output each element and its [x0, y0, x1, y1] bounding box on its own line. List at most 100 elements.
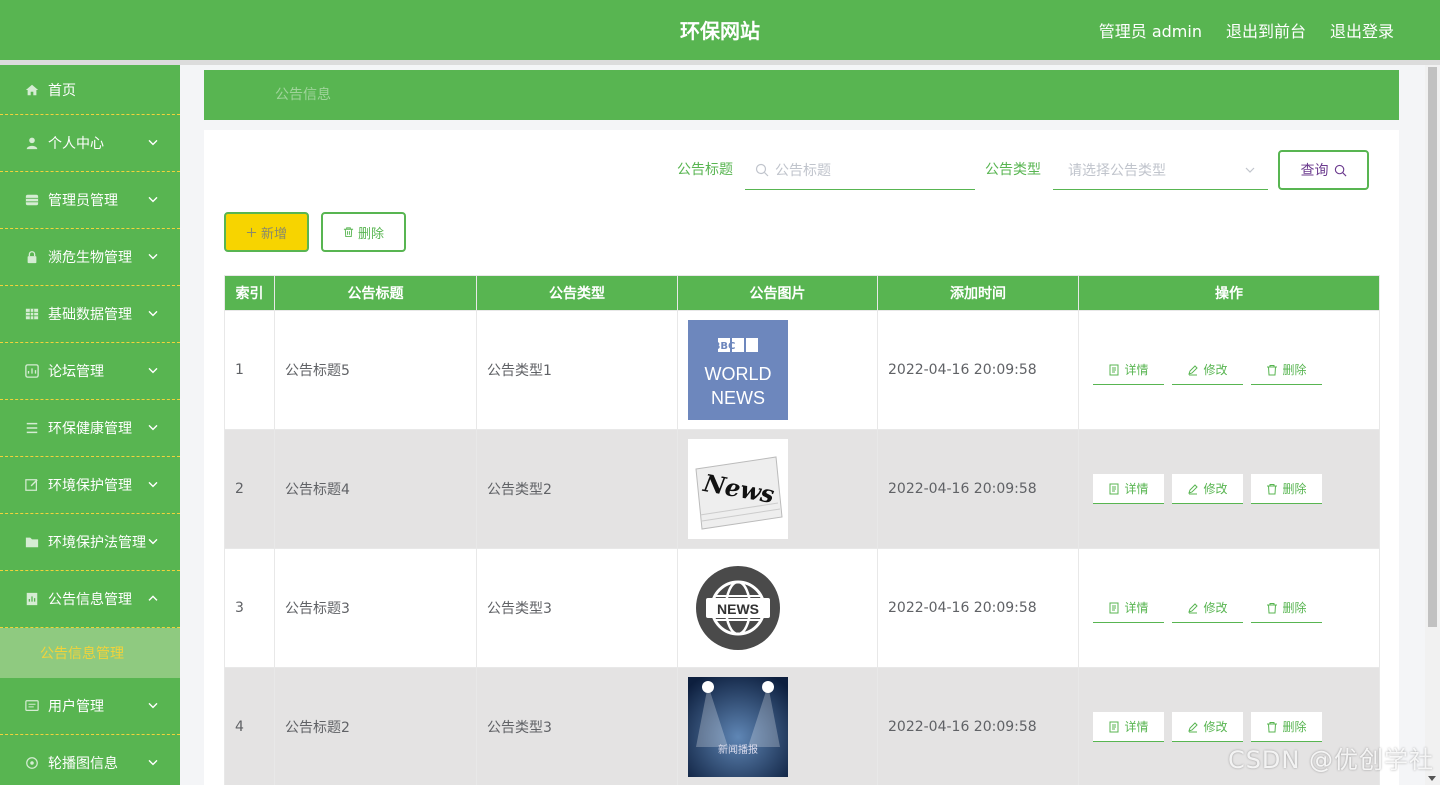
scrollbar-thumb[interactable] [1428, 67, 1437, 627]
sidebar-item-eco-health[interactable]: 环保健康管理 [0, 400, 180, 457]
detail-button[interactable]: 详情 [1093, 474, 1164, 504]
document-icon [1109, 602, 1119, 613]
image-text-news: NEWS [711, 388, 765, 408]
cell-actions: 详情 修改 删除 [1078, 310, 1380, 430]
sidebar-item-admin-manage[interactable]: 管理员管理 [0, 172, 180, 229]
report-icon [24, 591, 40, 607]
detail-label: 详情 [1124, 601, 1149, 615]
cell-title: 公告标题2 [274, 667, 477, 785]
chart-icon [24, 363, 40, 379]
sidebar-item-user-manage[interactable]: 用户管理 [0, 678, 180, 735]
cell-title: 公告标题5 [274, 310, 477, 430]
sidebar-item-carousel[interactable]: 轮播图信息 [0, 735, 180, 785]
sidebar-item-label: 用户管理 [48, 699, 104, 715]
document-icon [1109, 364, 1119, 375]
title-search-input[interactable]: 公告标题 [745, 150, 975, 190]
query-button[interactable]: 查询 [1278, 150, 1369, 190]
main-content: 公告信息 公告标题 公告标题 公告类型 请选择公告类型 查询 新增 删除 索引 … [180, 65, 1425, 785]
chevron-down-icon [148, 367, 158, 374]
cell-actions: 详情 修改 删除 [1078, 548, 1380, 668]
edit-icon [24, 477, 40, 493]
table-row: 1 公告标题5 公告类型1 BBC WORLD NEWS 2022-04-16 … [224, 310, 1380, 430]
sidebar-item-label: 论坛管理 [48, 364, 104, 380]
detail-label: 详情 [1124, 720, 1149, 734]
cell-actions: 详情 修改 删除 [1078, 429, 1380, 549]
edit-button[interactable]: 修改 [1172, 712, 1243, 742]
logout-link[interactable]: 退出登录 [1330, 18, 1394, 42]
column-header-title: 公告标题 [274, 275, 477, 311]
cell-time: 2022-04-16 20:09:58 [877, 548, 1079, 668]
cell-title: 公告标题3 [274, 548, 477, 668]
sidebar-item-endangered-species[interactable]: 濒危生物管理 [0, 229, 180, 286]
cell-index: 2 [224, 429, 275, 549]
query-button-label: 查询 [1300, 163, 1329, 179]
edit-button[interactable]: 修改 [1172, 355, 1243, 385]
add-button[interactable]: 新增 [224, 212, 309, 252]
scroll-down-arrow-icon[interactable] [1428, 776, 1436, 781]
sidebar-item-env-law[interactable]: 环境保护法管理 [0, 514, 180, 571]
add-button-label: 新增 [260, 226, 287, 242]
detail-button[interactable]: 详情 [1093, 593, 1164, 623]
sidebar-item-label: 环保健康管理 [48, 421, 132, 437]
notice-image-globe: NEWS [688, 558, 788, 658]
chevron-down-icon [148, 538, 158, 545]
detail-button[interactable]: 详情 [1093, 712, 1164, 742]
type-select[interactable]: 请选择公告类型 [1053, 150, 1268, 190]
sidebar-item-label: 濒危生物管理 [48, 250, 132, 266]
edit-label: 修改 [1203, 363, 1228, 377]
watermark: CSDN @优创学社 [1227, 746, 1434, 774]
content-panel: 公告标题 公告标题 公告类型 请选择公告类型 查询 新增 删除 索引 公告标题 … [204, 130, 1399, 785]
document-icon [1109, 721, 1119, 732]
sidebar-item-basic-data[interactable]: 基础数据管理 [0, 286, 180, 343]
detail-button[interactable]: 详情 [1093, 355, 1164, 385]
delete-button[interactable]: 删除 [1251, 355, 1322, 385]
sidebar-item-home[interactable]: 首页 [0, 65, 180, 115]
notice-image-newspaper: News [688, 439, 788, 539]
delete-button[interactable]: 删除 [1251, 712, 1322, 742]
image-text-news-badge: NEWS [717, 601, 759, 617]
notice-table: 索引 公告标题 公告类型 公告图片 添加时间 操作 1 公告标题5 公告类型1 [224, 275, 1380, 785]
edit-button[interactable]: 修改 [1172, 593, 1243, 623]
sidebar-item-forum[interactable]: 论坛管理 [0, 343, 180, 400]
page-scrollbar[interactable] [1425, 65, 1440, 785]
column-header-image: 公告图片 [677, 275, 878, 311]
edit-button[interactable]: 修改 [1172, 474, 1243, 504]
sidebar-subitem-notice-manage[interactable]: 公告信息管理 [0, 628, 180, 678]
type-select-placeholder: 请选择公告类型 [1068, 162, 1166, 179]
breadcrumb-bar: 公告信息 [204, 70, 1399, 120]
delete-label: 删除 [1282, 720, 1307, 734]
edit-icon [1188, 721, 1199, 732]
sidebar-item-env-protection[interactable]: 环境保护管理 [0, 457, 180, 514]
trash-icon [1267, 364, 1278, 375]
sidebar-item-label: 管理员管理 [48, 193, 118, 209]
message-icon [24, 698, 40, 714]
table-icon [24, 306, 40, 322]
chevron-up-icon [148, 595, 158, 601]
batch-delete-button[interactable]: 删除 [321, 212, 406, 252]
cell-index: 4 [224, 667, 275, 785]
exit-to-frontend-link[interactable]: 退出到前台 [1226, 18, 1306, 42]
notice-image-bbc: BBC WORLD NEWS [688, 320, 788, 420]
edit-label: 修改 [1203, 482, 1228, 496]
folder-icon [24, 534, 40, 550]
top-header: 环保网站 管理员 admin 退出到前台 退出登录 [0, 0, 1440, 60]
delete-label: 删除 [1282, 601, 1307, 615]
search-icon [1334, 164, 1346, 176]
search-form: 公告标题 公告标题 公告类型 请选择公告类型 查询 [204, 150, 1399, 190]
sidebar-item-personal-center[interactable]: 个人中心 [0, 115, 180, 172]
edit-label: 修改 [1203, 601, 1228, 615]
home-icon [24, 82, 40, 98]
delete-button[interactable]: 删除 [1251, 474, 1322, 504]
breadcrumb[interactable]: 公告信息 [275, 70, 331, 120]
sidebar-item-notice-manage[interactable]: 公告信息管理 [0, 571, 180, 628]
notice-image-stage: 新闻播报 [688, 677, 788, 777]
user-icon [24, 135, 40, 151]
table-row: 3 公告标题3 公告类型3 NEWS 2022-04-16 20:09:58 详… [224, 548, 1380, 668]
list-icon [24, 420, 40, 436]
type-search-label: 公告类型 [985, 162, 1041, 178]
cell-title: 公告标题4 [274, 429, 477, 549]
admin-user-link[interactable]: 管理员 admin [1099, 18, 1202, 42]
cell-type: 公告类型2 [476, 429, 678, 549]
delete-button[interactable]: 删除 [1251, 593, 1322, 623]
cell-type: 公告类型1 [476, 310, 678, 430]
